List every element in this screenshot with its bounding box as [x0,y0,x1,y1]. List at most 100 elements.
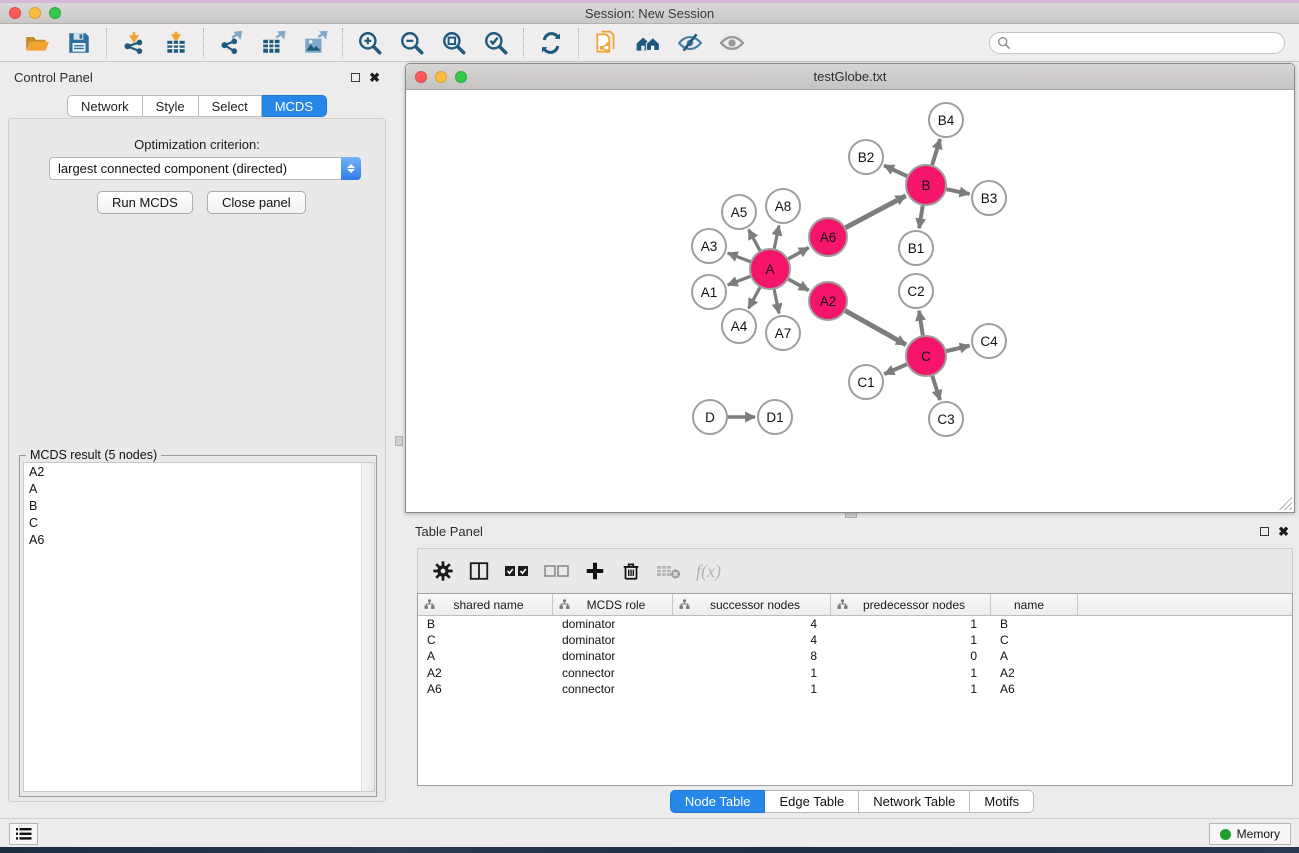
mcds-result-item[interactable]: C [24,514,374,531]
export-image-button[interactable] [297,27,333,59]
new-network-from-selection-button[interactable] [588,27,624,59]
memory-button[interactable]: Memory [1209,823,1291,845]
graph-node-A[interactable]: A [750,249,790,289]
export-table-button[interactable] [255,27,291,59]
graph-node-B4[interactable]: B4 [929,103,963,137]
criterion-select[interactable]: largest connected component (directed) [49,157,361,180]
deselect-all-columns-button[interactable] [544,556,570,586]
graph-node-C2[interactable]: C2 [899,274,933,308]
close-panel-icon[interactable]: ✖ [369,71,380,84]
column-header-predecessor-nodes[interactable]: predecessor nodes [831,594,991,615]
first-neighbors-button[interactable] [630,27,666,59]
table-row[interactable]: A2connector11A2 [418,665,1292,681]
graph-node-C[interactable]: C [906,336,946,376]
list-scrollbar[interactable] [361,463,374,791]
graph-node-B2[interactable]: B2 [849,140,883,174]
graph-edge-A6-B[interactable] [845,196,906,228]
mcds-result-item[interactable]: A2 [24,463,374,480]
network-canvas[interactable]: B4B2BB3A5A8A6A3AB1A1A2C2A4A7C4CC1C3DD1 [406,90,1294,512]
table-tab-network-table[interactable]: Network Table [859,790,970,813]
graph-edge-C-C1[interactable] [884,364,907,374]
delete-columns-button[interactable] [620,556,642,586]
select-all-columns-button[interactable] [504,556,530,586]
control-tab-mcds[interactable]: MCDS [262,95,327,117]
graph-edge-B-B4[interactable] [932,139,940,166]
graph-node-B1[interactable]: B1 [899,231,933,265]
vertical-splitter-handle[interactable] [395,436,403,446]
graph-edge-B-B2[interactable] [884,165,908,176]
export-network-button[interactable] [213,27,249,59]
graph-node-C3[interactable]: C3 [929,402,963,436]
control-tab-select[interactable]: Select [199,95,262,117]
graph-node-A8[interactable]: A8 [766,189,800,223]
graph-node-A4[interactable]: A4 [722,309,756,343]
table-row[interactable]: A6connector11A6 [418,681,1292,697]
zoom-out-button[interactable] [394,27,430,59]
graph-edge-A-A6[interactable] [788,248,809,260]
mcds-result-item[interactable]: A [24,480,374,497]
import-table-button[interactable] [158,27,194,59]
mcds-result-item[interactable]: B [24,497,374,514]
graph-edge-A-A5[interactable] [749,230,761,252]
graph-node-D[interactable]: D [693,400,727,434]
close-table-panel-icon[interactable]: ✖ [1278,525,1289,538]
graph-edge-C-C4[interactable] [945,346,969,352]
graph-node-A1[interactable]: A1 [692,275,726,309]
table-row[interactable]: Cdominator41C [418,632,1292,648]
control-tab-network[interactable]: Network [67,95,143,117]
table-row[interactable]: Adominator80A [418,648,1292,664]
open-session-button[interactable] [19,27,55,59]
table-row[interactable]: Bdominator41B [418,616,1292,632]
zoom-fit-button[interactable] [436,27,472,59]
graph-edge-A-A1[interactable] [728,276,752,285]
delete-table-button[interactable] [656,556,682,586]
graph-edge-A2-C[interactable] [845,310,906,344]
graph-node-B[interactable]: B [906,165,946,205]
graph-edge-A-A7[interactable] [774,289,779,314]
graph-node-C1[interactable]: C1 [849,365,883,399]
float-table-panel-icon[interactable] [1260,527,1269,536]
graph-node-A7[interactable]: A7 [766,316,800,350]
show-all-button[interactable] [714,27,750,59]
network-window-titlebar[interactable]: testGlobe.txt [406,64,1294,90]
graph-edge-C-C2[interactable] [919,311,923,336]
zoom-selected-button[interactable] [478,27,514,59]
float-panel-icon[interactable] [351,73,360,82]
node-table[interactable]: shared nameMCDS rolesuccessor nodesprede… [417,593,1293,786]
task-history-button[interactable] [9,823,38,845]
table-tab-edge-table[interactable]: Edge Table [765,790,859,813]
graph-edge-A-A2[interactable] [788,279,809,291]
control-tab-style[interactable]: Style [143,95,199,117]
table-tab-node-table[interactable]: Node Table [670,790,766,813]
hide-selected-button[interactable] [672,27,708,59]
graph-node-A3[interactable]: A3 [692,229,726,263]
graph-edge-A-A4[interactable] [749,287,761,309]
refresh-button[interactable] [533,27,569,59]
graph-edge-B-B1[interactable] [919,205,923,228]
save-session-button[interactable] [61,27,97,59]
column-header-successor-nodes[interactable]: successor nodes [673,594,831,615]
import-network-button[interactable] [116,27,152,59]
column-header-name[interactable]: name [991,594,1078,615]
mcds-result-item[interactable]: A6 [24,531,374,548]
column-header-MCDS-role[interactable]: MCDS role [553,594,673,615]
graph-edge-A-A8[interactable] [774,226,779,250]
column-header-shared-name[interactable]: shared name [418,594,553,615]
create-column-button[interactable] [584,556,606,586]
search-input[interactable] [989,32,1285,54]
run-mcds-button[interactable]: Run MCDS [97,191,193,214]
graph-edge-C-C3[interactable] [932,375,940,400]
resize-grip-icon[interactable] [1278,496,1292,510]
graph-node-C4[interactable]: C4 [972,324,1006,358]
table-tab-motifs[interactable]: Motifs [970,790,1034,813]
graph-edge-B-B3[interactable] [946,189,970,194]
mcds-result-list[interactable]: A2ABCA6 [23,462,375,792]
graph-node-A6[interactable]: A6 [809,218,847,256]
zoom-in-button[interactable] [352,27,388,59]
graph-node-A2[interactable]: A2 [809,282,847,320]
graph-node-A5[interactable]: A5 [722,195,756,229]
show-column-panel-button[interactable] [468,556,490,586]
graph-node-D1[interactable]: D1 [758,400,792,434]
close-panel-button[interactable]: Close panel [207,191,306,214]
graph-edge-A-A3[interactable] [728,253,752,262]
